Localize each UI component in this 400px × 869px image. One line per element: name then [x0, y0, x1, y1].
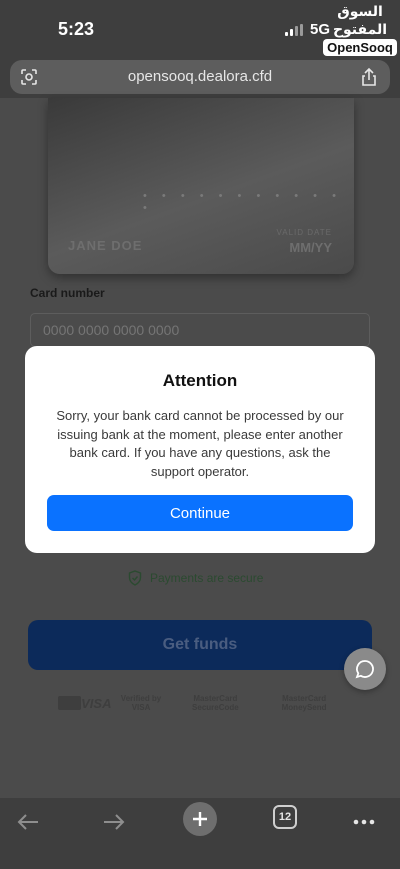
get-funds-button[interactable]: Get funds [28, 620, 372, 670]
tab-switcher-button[interactable]: 12 [273, 805, 297, 829]
mastercard-securecode-logo: MasterCard SecureCode [192, 694, 239, 712]
watermark-latin: OpenSooq [323, 39, 397, 56]
card-holder-name: JANE DOE [68, 238, 143, 253]
more-menu-button[interactable] [348, 806, 380, 838]
bank-card-preview: • • • • • • • • • • • • JANE DOE VALID D… [48, 98, 354, 274]
more-dots-icon [353, 819, 375, 825]
verified-by-visa-logo: Verified by VISA [120, 694, 162, 712]
payments-secure-text: Payments are secure [150, 571, 264, 585]
attention-dialog: Attention Sorry, your bank card cannot b… [25, 346, 375, 553]
watermark-arabic: السوق المفتوح [332, 3, 388, 37]
continue-button[interactable]: Continue [47, 495, 353, 531]
signal-icon [285, 24, 303, 36]
arrow-left-icon [17, 814, 38, 830]
card-expiry: MM/YY [289, 240, 332, 255]
status-time: 5:23 [58, 19, 95, 39]
address-bar[interactable]: opensooq.dealora.cfd [10, 60, 390, 94]
dialog-message: Sorry, your bank card cannot be processe… [56, 408, 344, 479]
opensooq-watermark: السوق المفتوح OpenSooq [323, 2, 397, 56]
url-text[interactable]: opensooq.dealora.cfd [10, 68, 390, 85]
card-number-mask: • • • • • • • • • • • • [143, 190, 342, 214]
share-icon[interactable] [360, 67, 378, 87]
card-valid-label: VALID DATE [276, 228, 332, 237]
dialog-title: Attention [162, 371, 238, 390]
forward-button[interactable] [98, 806, 130, 838]
chat-bubble-icon [355, 660, 374, 679]
card-number-input[interactable] [30, 313, 370, 347]
payment-logos: VISA Verified by VISA MasterCard SecureC… [58, 694, 348, 712]
status-bar: 5:23 5G السوق المفتوح OpenSooq [0, 0, 400, 58]
arrow-right-icon [104, 814, 125, 830]
card-number-label: Card number [30, 286, 105, 300]
visa-logo: VISA [81, 695, 112, 711]
plus-icon [193, 812, 207, 826]
browser-address-area: opensooq.dealora.cfd [0, 58, 400, 98]
mastercard-logo [58, 696, 82, 710]
back-button[interactable] [12, 806, 44, 838]
shield-check-icon [128, 570, 142, 586]
new-tab-button[interactable] [183, 802, 217, 836]
payments-secure-notice: Payments are secure [128, 570, 263, 586]
browser-toolbar: 12 [0, 798, 400, 869]
chat-support-button[interactable] [344, 648, 386, 690]
mastercard-moneysend-logo: MasterCard MoneySend [281, 694, 327, 712]
